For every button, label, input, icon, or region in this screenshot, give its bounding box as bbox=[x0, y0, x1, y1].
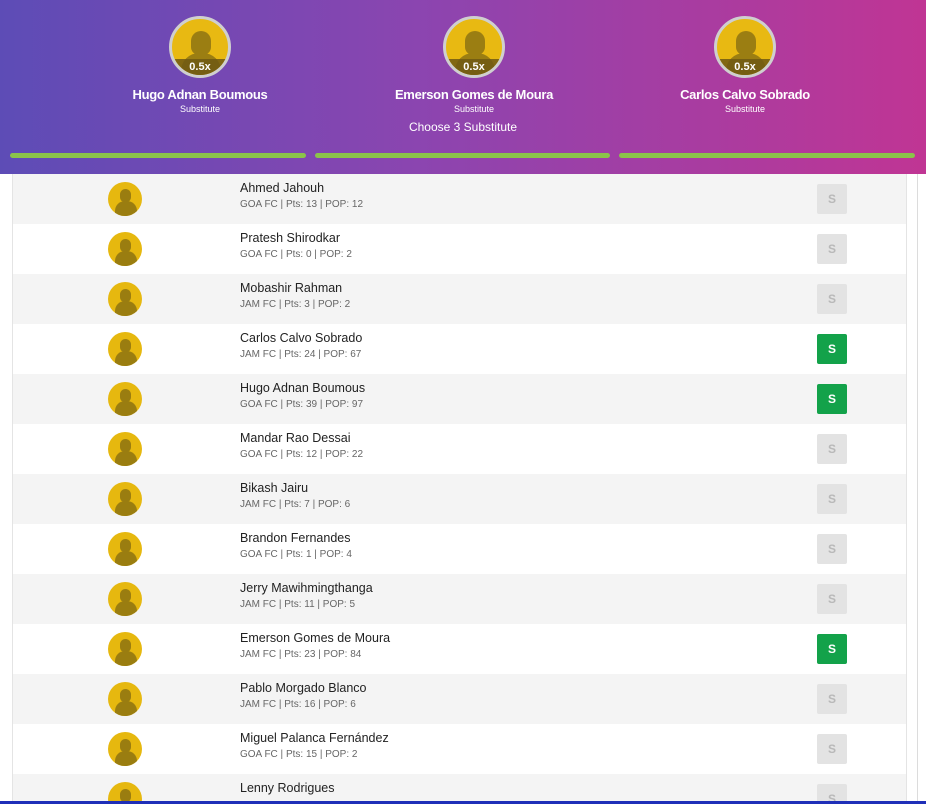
substitute-toggle-button[interactable]: S bbox=[817, 184, 847, 214]
substitute-toggle-button[interactable]: S bbox=[817, 534, 847, 564]
player-avatar-icon: 0.5x bbox=[169, 16, 231, 78]
choose-substitute-label: Choose 3 Substitute bbox=[408, 120, 518, 134]
player-name: Mandar Rao Dessai bbox=[240, 431, 351, 445]
player-row[interactable]: Brandon Fernandes GOA FC | Pts: 1 | POP: … bbox=[13, 524, 906, 574]
player-stats: GOA FC | Pts: 12 | POP: 22 bbox=[240, 449, 364, 460]
substitute-header: 0.5x Hugo Adnan Boumous Substitute 0.5x … bbox=[0, 0, 926, 174]
substitute-toggle-button[interactable]: S bbox=[817, 334, 847, 364]
substitute-slot-2[interactable]: 0.5x Emerson Gomes de Moura Substitute bbox=[364, 16, 584, 114]
substitute-role: Substitute bbox=[453, 104, 495, 114]
player-stats: JAM FC | Pts: 23 | POP: 84 bbox=[240, 649, 362, 660]
substitute-toggle-button[interactable]: S bbox=[817, 734, 847, 764]
progress-bar-1 bbox=[10, 153, 306, 158]
substitute-toggle-button[interactable]: S bbox=[817, 284, 847, 314]
player-name: Ahmed Jahouh bbox=[240, 181, 325, 195]
player-avatar-icon bbox=[108, 682, 142, 716]
substitute-role: Substitute bbox=[724, 104, 766, 114]
player-row[interactable]: Mandar Rao Dessai GOA FC | Pts: 12 | POP:… bbox=[13, 424, 906, 474]
player-name: Pratesh Shirodkar bbox=[240, 231, 341, 245]
player-row[interactable]: Carlos Calvo Sobrado JAM FC | Pts: 24 | P… bbox=[13, 324, 906, 374]
player-avatar-icon bbox=[108, 382, 142, 416]
player-row[interactable]: Lenny Rodrigues S bbox=[13, 774, 906, 804]
player-stats: GOA FC | Pts: 39 | POP: 97 bbox=[240, 399, 364, 410]
player-avatar-icon bbox=[108, 282, 142, 316]
player-stats: GOA FC | Pts: 13 | POP: 12 bbox=[240, 199, 364, 210]
player-row[interactable]: Pablo Morgado Blanco JAM FC | Pts: 16 | P… bbox=[13, 674, 906, 724]
player-stats: JAM FC | Pts: 16 | POP: 6 bbox=[240, 699, 356, 710]
player-row[interactable]: Hugo Adnan Boumous GOA FC | Pts: 39 | POP… bbox=[13, 374, 906, 424]
player-avatar-icon bbox=[108, 582, 142, 616]
substitute-toggle-button[interactable]: S bbox=[817, 634, 847, 664]
player-row[interactable]: Emerson Gomes de Moura JAM FC | Pts: 23 |… bbox=[13, 624, 906, 674]
player-name: Emerson Gomes de Moura bbox=[240, 631, 391, 645]
player-name: Hugo Adnan Boumous bbox=[240, 381, 366, 395]
player-row[interactable]: Jerry Mawihmingthanga JAM FC | Pts: 11 | … bbox=[13, 574, 906, 624]
substitute-name: Carlos Calvo Sobrado bbox=[680, 87, 810, 102]
player-row[interactable]: Mobashir Rahman JAM FC | Pts: 3 | POP: 2 S bbox=[13, 274, 906, 324]
multiplier-badge: 0.5x bbox=[717, 59, 773, 75]
substitute-toggle-button[interactable]: S bbox=[817, 234, 847, 264]
player-stats: GOA FC | Pts: 1 | POP: 4 bbox=[240, 549, 352, 560]
player-name: Bikash Jairu bbox=[240, 481, 309, 495]
player-stats: GOA FC | Pts: 15 | POP: 2 bbox=[240, 749, 358, 760]
player-stats: JAM FC | Pts: 11 | POP: 5 bbox=[240, 599, 356, 610]
player-name: Jerry Mawihmingthanga bbox=[240, 581, 373, 595]
player-row[interactable]: Pratesh Shirodkar GOA FC | Pts: 0 | POP: … bbox=[13, 224, 906, 274]
substitute-slot-1[interactable]: 0.5x Hugo Adnan Boumous Substitute bbox=[90, 16, 310, 114]
multiplier-badge: 0.5x bbox=[172, 59, 228, 75]
player-name: Carlos Calvo Sobrado bbox=[240, 331, 363, 345]
scrollbar[interactable] bbox=[917, 174, 918, 804]
player-avatar-icon bbox=[108, 332, 142, 366]
player-name: Mobashir Rahman bbox=[240, 281, 343, 295]
player-avatar-icon bbox=[108, 532, 142, 566]
substitute-toggle-button[interactable]: S bbox=[817, 484, 847, 514]
player-row[interactable]: Ahmed Jahouh GOA FC | Pts: 13 | POP: 12 S bbox=[13, 174, 906, 224]
multiplier-badge: 0.5x bbox=[446, 59, 502, 75]
player-avatar-icon bbox=[108, 432, 142, 466]
player-avatar-icon: 0.5x bbox=[714, 16, 776, 78]
substitute-toggle-button[interactable]: S bbox=[817, 384, 847, 414]
player-name: Lenny Rodrigues bbox=[240, 781, 335, 795]
substitute-slot-3[interactable]: 0.5x Carlos Calvo Sobrado Substitute bbox=[635, 16, 855, 114]
player-avatar-icon: 0.5x bbox=[443, 16, 505, 78]
player-row[interactable]: Bikash Jairu JAM FC | Pts: 7 | POP: 6 S bbox=[13, 474, 906, 524]
substitute-toggle-button[interactable]: S bbox=[817, 434, 847, 464]
player-stats: GOA FC | Pts: 0 | POP: 2 bbox=[240, 249, 352, 260]
substitute-toggle-button[interactable]: S bbox=[817, 684, 847, 714]
player-avatar-icon bbox=[108, 482, 142, 516]
player-stats: JAM FC | Pts: 7 | POP: 6 bbox=[240, 499, 351, 510]
substitute-role: Substitute bbox=[179, 104, 221, 114]
player-avatar-icon bbox=[108, 732, 142, 766]
player-avatar-icon bbox=[108, 182, 142, 216]
substitute-toggle-button[interactable]: S bbox=[817, 584, 847, 614]
player-name: Brandon Fernandes bbox=[240, 531, 351, 545]
substitute-name: Hugo Adnan Boumous bbox=[132, 87, 268, 102]
player-stats: JAM FC | Pts: 24 | POP: 67 bbox=[240, 349, 362, 360]
player-avatar-icon bbox=[108, 232, 142, 266]
player-row[interactable]: Miguel Palanca Fernández GOA FC | Pts: 15… bbox=[13, 724, 906, 774]
player-name: Pablo Morgado Blanco bbox=[240, 681, 367, 695]
player-stats: JAM FC | Pts: 3 | POP: 2 bbox=[240, 299, 351, 310]
player-avatar-icon bbox=[108, 632, 142, 666]
player-name: Miguel Palanca Fernández bbox=[240, 731, 389, 745]
substitute-name: Emerson Gomes de Moura bbox=[394, 87, 554, 102]
progress-bar-2 bbox=[315, 153, 610, 158]
progress-bar-3 bbox=[619, 153, 915, 158]
player-list[interactable]: Ahmed Jahouh GOA FC | Pts: 13 | POP: 12 S P… bbox=[12, 174, 907, 804]
